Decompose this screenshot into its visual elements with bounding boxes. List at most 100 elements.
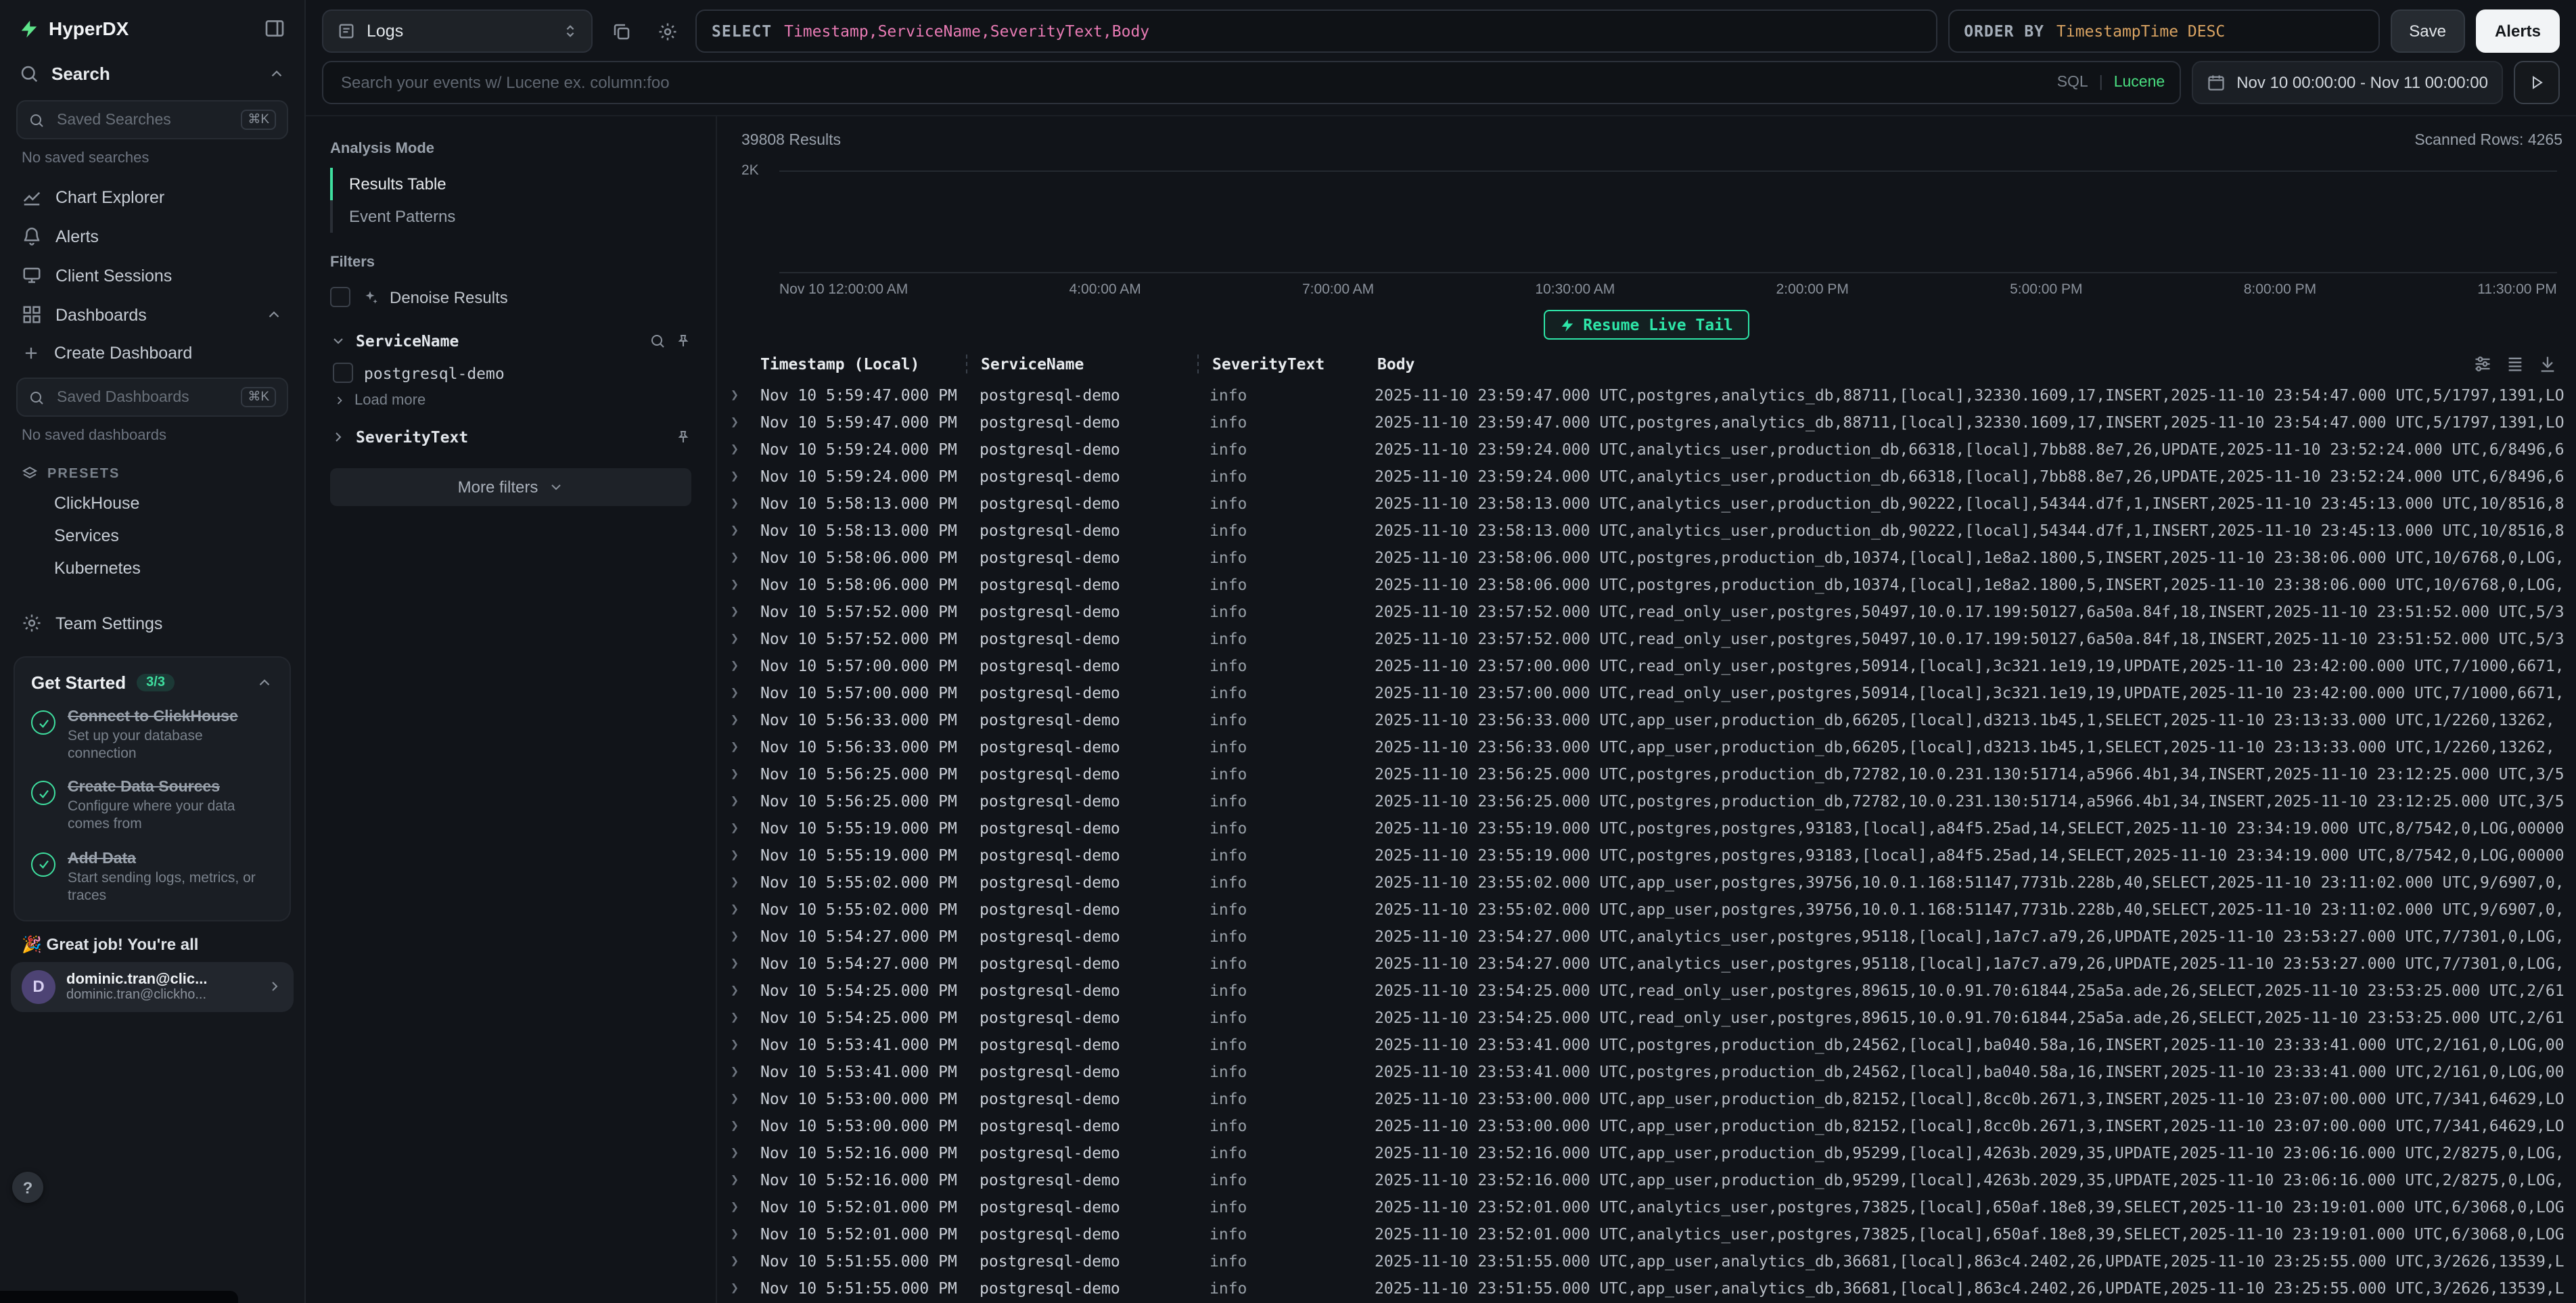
- table-settings-icon[interactable]: [2473, 355, 2492, 373]
- expand-row-icon[interactable]: ❯: [717, 875, 752, 890]
- help-button[interactable]: ?: [12, 1172, 43, 1203]
- expand-row-icon[interactable]: ❯: [717, 685, 752, 700]
- expand-row-icon[interactable]: ❯: [717, 767, 752, 781]
- checkbox[interactable]: [333, 363, 353, 383]
- table-row[interactable]: ❯Nov 10 5:55:19.000 PMpostgresql-demoinf…: [717, 842, 2576, 869]
- saved-dashboards-field[interactable]: [54, 388, 231, 407]
- sidebar-section-search[interactable]: Search: [0, 53, 304, 95]
- select-columns-input[interactable]: SELECT Timestamp,ServiceName,SeverityTex…: [695, 9, 1937, 53]
- resume-live-tail-button[interactable]: Resume Live Tail: [1544, 310, 1749, 340]
- table-row[interactable]: ❯Nov 10 5:54:27.000 PMpostgresql-demoinf…: [717, 923, 2576, 950]
- column-body[interactable]: Body: [1364, 355, 2576, 373]
- table-row[interactable]: ❯Nov 10 5:56:33.000 PMpostgresql-demoinf…: [717, 733, 2576, 760]
- mode-lucene-toggle[interactable]: Lucene: [2114, 74, 2165, 91]
- order-by-input[interactable]: ORDER BY TimestampTime DESC: [1948, 9, 2379, 53]
- expand-row-icon[interactable]: ❯: [717, 1091, 752, 1106]
- analysis-mode-results-table[interactable]: Results Table: [330, 168, 691, 200]
- table-row[interactable]: ❯Nov 10 5:56:33.000 PMpostgresql-demoinf…: [717, 706, 2576, 733]
- table-row[interactable]: ❯Nov 10 5:54:25.000 PMpostgresql-demoinf…: [717, 977, 2576, 1004]
- saved-searches-field[interactable]: [54, 110, 231, 129]
- sidebar-item-chart-explorer[interactable]: Chart Explorer: [0, 177, 304, 216]
- preset-item-services[interactable]: Services: [0, 520, 304, 552]
- expand-row-icon[interactable]: ❯: [717, 415, 752, 430]
- mode-sql-toggle[interactable]: SQL: [2057, 74, 2088, 91]
- expand-row-icon[interactable]: ❯: [717, 1199, 752, 1214]
- expand-row-icon[interactable]: ❯: [717, 1037, 752, 1052]
- expand-row-icon[interactable]: ❯: [717, 604, 752, 619]
- expand-row-icon[interactable]: ❯: [717, 388, 752, 403]
- sidebar-item-team-settings[interactable]: Team Settings: [0, 603, 304, 643]
- table-row[interactable]: ❯Nov 10 5:57:52.000 PMpostgresql-demoinf…: [717, 598, 2576, 625]
- table-row[interactable]: ❯Nov 10 5:51:55.000 PMpostgresql-demoinf…: [717, 1275, 2576, 1302]
- table-row[interactable]: ❯Nov 10 5:58:06.000 PMpostgresql-demoinf…: [717, 544, 2576, 571]
- expand-row-icon[interactable]: ❯: [717, 902, 752, 917]
- expand-row-icon[interactable]: ❯: [717, 983, 752, 998]
- expand-row-icon[interactable]: ❯: [717, 469, 752, 484]
- row-density-icon[interactable]: [2506, 355, 2525, 373]
- expand-row-icon[interactable]: ❯: [717, 631, 752, 646]
- download-icon[interactable]: [2538, 355, 2557, 373]
- sidebar-item-client-sessions[interactable]: Client Sessions: [0, 256, 304, 295]
- expand-row-icon[interactable]: ❯: [717, 577, 752, 592]
- expand-row-icon[interactable]: ❯: [717, 523, 752, 538]
- table-row[interactable]: ❯Nov 10 5:55:02.000 PMpostgresql-demoinf…: [717, 896, 2576, 923]
- table-row[interactable]: ❯Nov 10 5:55:02.000 PMpostgresql-demoinf…: [717, 869, 2576, 896]
- source-select[interactable]: Logs: [322, 9, 593, 53]
- save-button[interactable]: Save: [2390, 9, 2465, 53]
- table-row[interactable]: ❯Nov 10 5:52:01.000 PMpostgresql-demoinf…: [717, 1220, 2576, 1248]
- expand-row-icon[interactable]: ❯: [717, 739, 752, 754]
- column-severitytext[interactable]: SeverityText: [1199, 355, 1364, 373]
- expand-row-icon[interactable]: ❯: [717, 956, 752, 971]
- table-row[interactable]: ❯Nov 10 5:58:13.000 PMpostgresql-demoinf…: [717, 517, 2576, 544]
- table-row[interactable]: ❯Nov 10 5:59:24.000 PMpostgresql-demoinf…: [717, 436, 2576, 463]
- table-row[interactable]: ❯Nov 10 5:52:16.000 PMpostgresql-demoinf…: [717, 1139, 2576, 1166]
- expand-row-icon[interactable]: ❯: [717, 1254, 752, 1268]
- table-row[interactable]: ❯Nov 10 5:53:41.000 PMpostgresql-demoinf…: [717, 1058, 2576, 1085]
- pin-icon[interactable]: [675, 429, 691, 445]
- facet-option-postgresql-demo[interactable]: postgresql-demo: [333, 359, 691, 387]
- sidebar-item-alerts[interactable]: Alerts: [0, 216, 304, 256]
- table-row[interactable]: ❯Nov 10 5:59:24.000 PMpostgresql-demoinf…: [717, 463, 2576, 490]
- table-row[interactable]: ❯Nov 10 5:59:47.000 PMpostgresql-demoinf…: [717, 382, 2576, 409]
- expand-row-icon[interactable]: ❯: [717, 1227, 752, 1241]
- collapse-sidebar-icon[interactable]: [264, 18, 285, 39]
- checkbox[interactable]: [330, 287, 350, 307]
- table-row[interactable]: ❯Nov 10 5:53:41.000 PMpostgresql-demoinf…: [717, 1031, 2576, 1058]
- source-settings-button[interactable]: [649, 14, 685, 49]
- table-row[interactable]: ❯Nov 10 5:56:25.000 PMpostgresql-demoinf…: [717, 787, 2576, 815]
- table-row[interactable]: ❯Nov 10 5:55:19.000 PMpostgresql-demoinf…: [717, 815, 2576, 842]
- saved-searches-input[interactable]: ⌘K: [16, 100, 288, 139]
- facet-servicename-header[interactable]: ServiceName: [330, 332, 691, 350]
- table-row[interactable]: ❯Nov 10 5:56:25.000 PMpostgresql-demoinf…: [717, 760, 2576, 787]
- expand-row-icon[interactable]: ❯: [717, 1064, 752, 1079]
- table-row[interactable]: ❯Nov 10 5:53:00.000 PMpostgresql-demoinf…: [717, 1112, 2576, 1139]
- facet-search-icon[interactable]: [649, 333, 666, 349]
- expand-row-icon[interactable]: ❯: [717, 712, 752, 727]
- date-range-picker[interactable]: Nov 10 00:00:00 - Nov 11 00:00:00: [2192, 61, 2503, 104]
- table-row[interactable]: ❯Nov 10 5:57:00.000 PMpostgresql-demoinf…: [717, 652, 2576, 679]
- run-search-button[interactable]: [2514, 61, 2560, 104]
- expand-row-icon[interactable]: ❯: [717, 929, 752, 944]
- load-more-button[interactable]: Load more: [330, 387, 691, 409]
- expand-row-icon[interactable]: ❯: [717, 848, 752, 863]
- expand-row-icon[interactable]: ❯: [717, 442, 752, 457]
- denoise-results-checkbox[interactable]: Denoise Results: [330, 281, 691, 313]
- column-servicename[interactable]: ServiceName: [967, 355, 1197, 373]
- expand-row-icon[interactable]: ❯: [717, 1010, 752, 1025]
- column-timestamp[interactable]: Timestamp (Local): [752, 355, 966, 373]
- events-histogram[interactable]: 2K Nov 10 12:00:00 AM4:00:00 AM7:00:00 A…: [741, 160, 2557, 298]
- facet-severitytext-header[interactable]: SeverityText: [330, 428, 691, 447]
- table-row[interactable]: ❯Nov 10 5:59:47.000 PMpostgresql-demoinf…: [717, 409, 2576, 436]
- preset-item-clickhouse[interactable]: ClickHouse: [0, 487, 304, 520]
- more-filters-button[interactable]: More filters: [330, 468, 691, 506]
- table-row[interactable]: ❯Nov 10 5:53:00.000 PMpostgresql-demoinf…: [717, 1085, 2576, 1112]
- analysis-mode-event-patterns[interactable]: Event Patterns: [330, 200, 691, 233]
- table-row[interactable]: ❯Nov 10 5:52:16.000 PMpostgresql-demoinf…: [717, 1166, 2576, 1193]
- pin-icon[interactable]: [675, 333, 691, 349]
- table-row[interactable]: ❯Nov 10 5:57:00.000 PMpostgresql-demoinf…: [717, 679, 2576, 706]
- expand-row-icon[interactable]: ❯: [717, 1281, 752, 1296]
- table-row[interactable]: ❯Nov 10 5:58:13.000 PMpostgresql-demoinf…: [717, 490, 2576, 517]
- expand-row-icon[interactable]: ❯: [717, 658, 752, 673]
- event-search-input[interactable]: [338, 72, 2046, 93]
- create-dashboard-button[interactable]: Create Dashboard: [0, 334, 304, 372]
